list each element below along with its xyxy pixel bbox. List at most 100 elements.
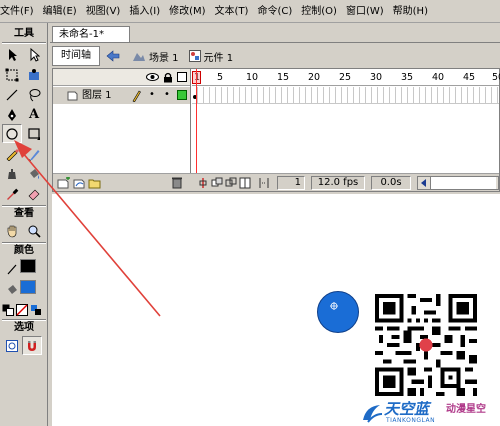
- black-white-button[interactable]: [1, 300, 15, 319]
- object-drawing-button[interactable]: [2, 336, 22, 355]
- add-layer-icon[interactable]: [57, 177, 71, 189]
- layer-frames[interactable]: [192, 87, 499, 104]
- line-icon: [6, 89, 18, 100]
- symbol-breadcrumb[interactable]: 元件 1: [188, 49, 234, 64]
- arrow-tool[interactable]: [2, 45, 22, 64]
- menu-item[interactable]: 视图(V): [82, 0, 126, 23]
- onion-skin-icon[interactable]: [211, 177, 223, 189]
- watermark-brand: 天空蓝: [384, 400, 430, 418]
- arrow-icon: [9, 48, 17, 61]
- scene-label: 场景 1: [149, 52, 179, 64]
- view-title: 查看: [14, 208, 34, 219]
- onion-markers-icon[interactable]: [258, 177, 270, 189]
- symbol-icon: [188, 50, 201, 62]
- watermark-sub: TIANKONGLAN: [386, 417, 436, 424]
- blue-circle-shape[interactable]: [317, 291, 359, 333]
- registration-point-icon: [330, 302, 338, 310]
- layer-lock-dot[interactable]: •: [164, 86, 170, 103]
- current-frame-display: 1: [277, 176, 305, 190]
- add-guide-icon[interactable]: [73, 177, 87, 189]
- black-white-icon: [2, 304, 14, 316]
- fill-transform-icon: [29, 68, 39, 80]
- subselect-tool[interactable]: [24, 45, 44, 64]
- frame-number: 20: [308, 72, 321, 83]
- eye-icon[interactable]: [146, 72, 159, 82]
- fill-color-swatch[interactable]: [20, 280, 36, 294]
- timeline-header: 时间轴 场景 1 元件 1: [52, 44, 500, 68]
- lasso-tool[interactable]: [24, 85, 44, 104]
- eyedropper-icon: [7, 188, 19, 200]
- layers-header: [53, 69, 190, 86]
- options-title: 选项: [14, 322, 34, 333]
- eraser-tool[interactable]: [24, 184, 44, 203]
- edit-multiple-frames-icon[interactable]: [239, 177, 251, 189]
- frame-number: 5: [217, 72, 224, 83]
- snap-button[interactable]: [22, 336, 42, 355]
- back-arrow-button[interactable]: [104, 48, 122, 64]
- paint-bucket-icon: [30, 168, 39, 179]
- tools-panel: 工具 A 查看 颜色 选项: [0, 23, 48, 426]
- subselect-icon: [30, 47, 40, 62]
- layer-row[interactable]: 图层 1 • •: [53, 87, 190, 104]
- outline-icon[interactable]: [177, 72, 187, 82]
- stroke-color-icon: [2, 259, 22, 278]
- layer-visible-dot[interactable]: •: [149, 86, 155, 103]
- frame-number: 50: [492, 72, 500, 83]
- layer-outline-color[interactable]: [177, 90, 187, 100]
- center-frame-icon[interactable]: [197, 177, 209, 189]
- menu-item[interactable]: 控制(O): [297, 0, 342, 23]
- stroke-color-swatch[interactable]: [20, 259, 36, 273]
- onion-outline-icon[interactable]: [225, 177, 237, 189]
- brush-tool[interactable]: [24, 144, 44, 163]
- delete-layer-icon[interactable]: [171, 176, 183, 189]
- fill-transform-tool[interactable]: [24, 65, 44, 84]
- oval-tool[interactable]: [2, 124, 22, 143]
- rectangle-tool[interactable]: [24, 124, 44, 143]
- eyedropper-tool[interactable]: [2, 184, 22, 203]
- document-tab[interactable]: 未命名-1*: [52, 26, 130, 42]
- timeline-toggle-button[interactable]: 时间轴: [52, 46, 100, 66]
- no-color-button[interactable]: [15, 300, 29, 319]
- fill-color-icon: [2, 280, 22, 299]
- menu-item[interactable]: 窗口(W): [342, 0, 389, 23]
- stage[interactable]: 天空蓝 TIANKONGLAN 动漫星空: [52, 194, 500, 426]
- pencil-tool[interactable]: [2, 144, 22, 163]
- pen-tool[interactable]: [2, 105, 22, 124]
- object-drawing-icon: [6, 339, 18, 352]
- paint-bucket-tool[interactable]: [24, 164, 44, 183]
- menu-item[interactable]: 文件(F): [0, 0, 39, 23]
- menu-item[interactable]: 修改(M): [165, 0, 210, 23]
- scroll-track[interactable]: [430, 177, 496, 189]
- frame-rate-display[interactable]: 12.0 fps: [311, 176, 365, 190]
- text-tool[interactable]: A: [24, 105, 44, 124]
- swap-colors-button[interactable]: [29, 300, 43, 319]
- pen-icon: [8, 108, 16, 121]
- menu-item[interactable]: 帮助(H): [389, 0, 433, 23]
- elapsed-time-display: 0.0s: [371, 176, 411, 190]
- frame-number: 25: [339, 72, 352, 83]
- menu-item[interactable]: 插入(I): [125, 0, 165, 23]
- add-folder-icon[interactable]: [88, 177, 102, 189]
- zoom-tool[interactable]: [24, 221, 44, 240]
- lasso-icon: [29, 88, 41, 101]
- menu-item[interactable]: 文本(T): [211, 0, 254, 23]
- lock-icon[interactable]: [163, 72, 173, 83]
- layer-icon: [67, 91, 78, 101]
- tools-divider: [2, 42, 46, 44]
- scroll-left-icon[interactable]: [419, 178, 429, 188]
- free-transform-tool[interactable]: [2, 65, 22, 84]
- ink-bottle-tool[interactable]: [2, 164, 22, 183]
- line-tool[interactable]: [2, 85, 22, 104]
- menu-item[interactable]: 命令(C): [253, 0, 297, 23]
- symbol-label: 元件 1: [203, 52, 234, 64]
- text-tool-icon: A: [28, 107, 40, 122]
- hand-tool[interactable]: [2, 221, 22, 240]
- scene-breadcrumb[interactable]: 场景 1: [132, 49, 179, 64]
- menu-item[interactable]: 编辑(E): [39, 0, 82, 23]
- frame-ruler[interactable]: 1 5 10 15 20 25 30 35 40 45 50: [192, 69, 500, 86]
- qr-code-image: [375, 294, 477, 396]
- layer-name: 图层 1: [82, 90, 112, 101]
- watermark-logo: 天空蓝 TIANKONGLAN 动漫星空: [360, 400, 500, 426]
- timeline-scrollbar[interactable]: [417, 176, 499, 190]
- tools-title: 工具: [14, 28, 34, 39]
